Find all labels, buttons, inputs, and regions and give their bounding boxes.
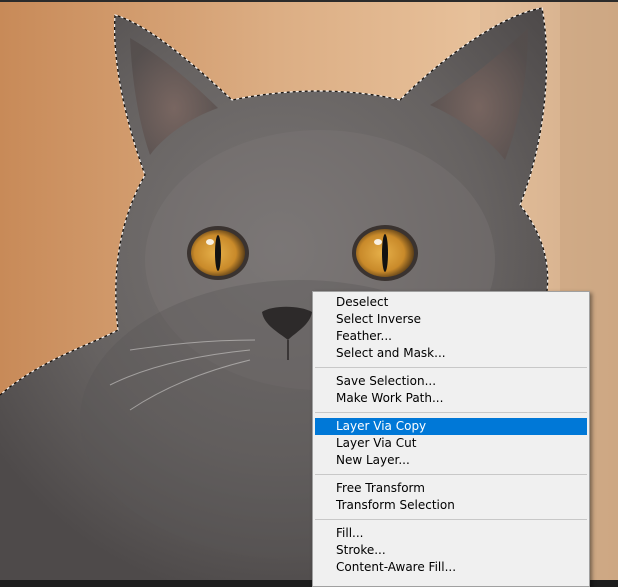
menu-separator <box>315 519 587 520</box>
menu-item-deselect[interactable]: Deselect <box>315 294 587 311</box>
menu-item-layer-via-copy[interactable]: Layer Via Copy <box>315 418 587 435</box>
left-eye <box>187 226 249 280</box>
selection-context-menu: Deselect Select Inverse Feather... Selec… <box>312 291 590 587</box>
menu-item-layer-via-cut[interactable]: Layer Via Cut <box>315 435 587 452</box>
menu-item-content-aware-fill[interactable]: Content-Aware Fill... <box>315 559 587 576</box>
menu-separator <box>315 367 587 368</box>
right-eye <box>352 225 418 281</box>
menu-item-save-selection[interactable]: Save Selection... <box>315 373 587 390</box>
menu-item-new-layer[interactable]: New Layer... <box>315 452 587 469</box>
menu-item-free-transform[interactable]: Free Transform <box>315 480 587 497</box>
menu-item-make-work-path[interactable]: Make Work Path... <box>315 390 587 407</box>
menu-item-feather[interactable]: Feather... <box>315 328 587 345</box>
menu-separator <box>315 412 587 413</box>
window-edge <box>0 0 618 2</box>
menu-item-select-and-mask[interactable]: Select and Mask... <box>315 345 587 362</box>
menu-item-fill[interactable]: Fill... <box>315 525 587 542</box>
menu-item-select-inverse[interactable]: Select Inverse <box>315 311 587 328</box>
menu-separator <box>315 474 587 475</box>
menu-item-transform-selection[interactable]: Transform Selection <box>315 497 587 514</box>
menu-item-stroke[interactable]: Stroke... <box>315 542 587 559</box>
